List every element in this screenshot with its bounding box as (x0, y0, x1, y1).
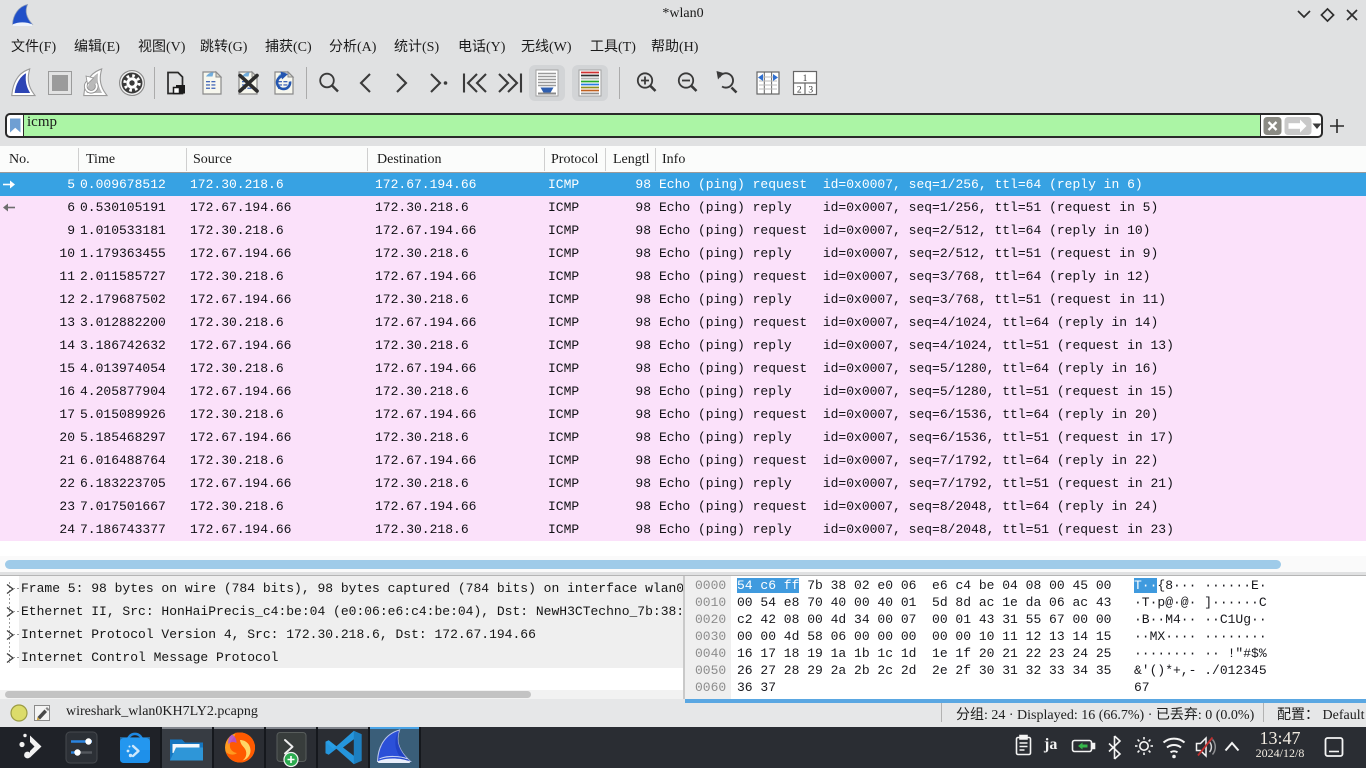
svg-text:1: 1 (803, 74, 808, 84)
svg-text:2: 2 (797, 86, 802, 96)
svg-text:3: 3 (808, 86, 813, 96)
